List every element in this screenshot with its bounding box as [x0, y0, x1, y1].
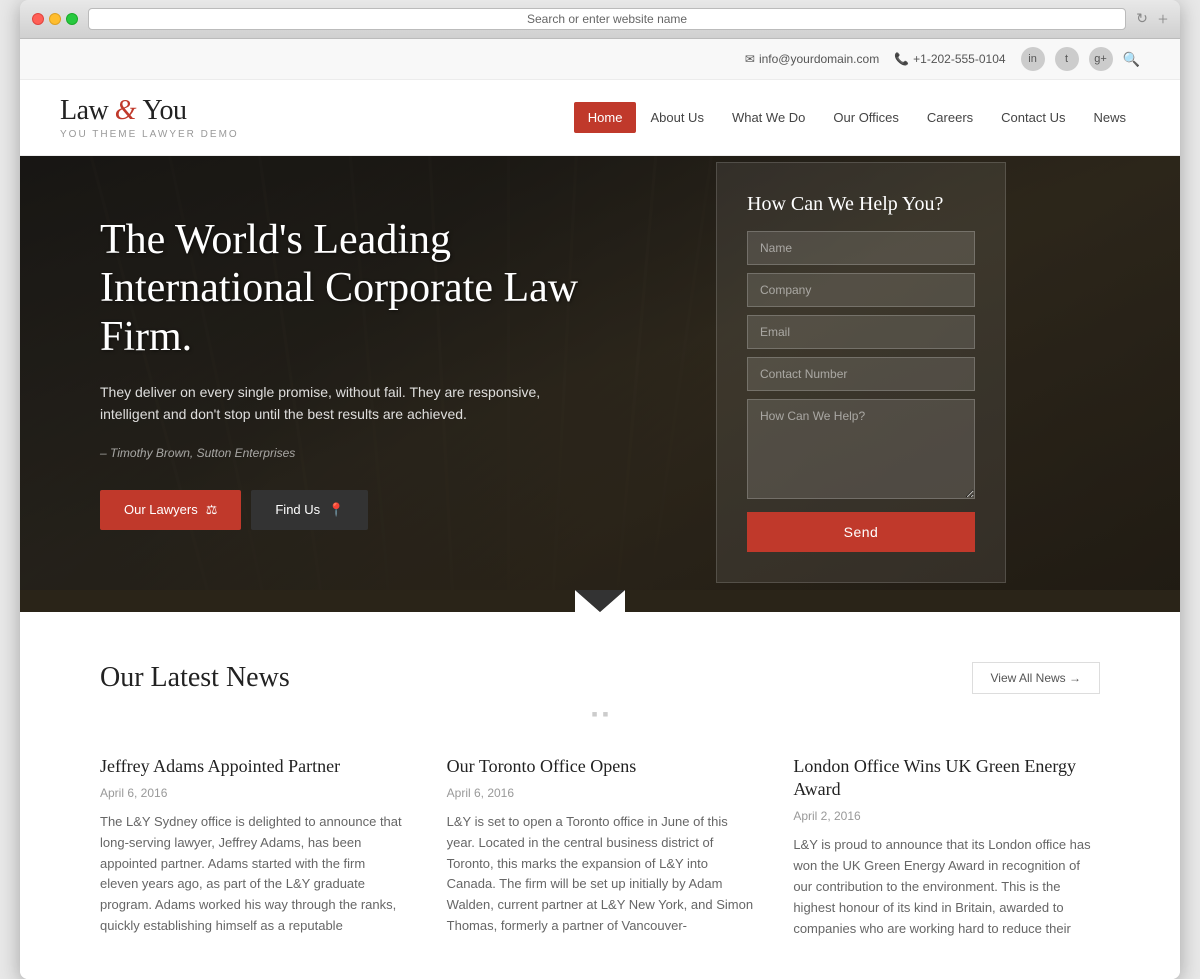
- lawyers-button-label: Our Lawyers: [124, 502, 198, 517]
- googleplus-icon[interactable]: g+: [1089, 47, 1113, 71]
- find-us-button[interactable]: Find Us 📍: [251, 490, 368, 530]
- browser-titlebar: Search or enter website name ↻ +: [20, 0, 1180, 39]
- nav-menu: Home About Us What We Do Our Offices Car…: [574, 102, 1140, 133]
- topbar-email: ✉ info@yourdomain.com: [745, 52, 879, 66]
- form-message-input[interactable]: [747, 399, 975, 499]
- news-item-date-3: April 2, 2016: [793, 809, 1100, 823]
- logo-subtitle: YOU THEME LAWYER DEMO: [60, 129, 239, 140]
- news-item-1: Jeffrey Adams Appointed Partner April 6,…: [100, 755, 407, 940]
- hero-title: The World's Leading International Corpor…: [100, 216, 676, 361]
- topbar-contact: ✉ info@yourdomain.com 📞 +1-202-555-0104: [745, 52, 1006, 66]
- nav-item-news[interactable]: News: [1079, 102, 1140, 133]
- hero-buttons: Our Lawyers ⚖ Find Us 📍: [100, 490, 676, 530]
- send-button[interactable]: Send: [747, 512, 975, 552]
- close-button[interactable]: [32, 13, 44, 25]
- logo-law: Law: [60, 95, 108, 126]
- reload-button[interactable]: ↻: [1136, 11, 1148, 28]
- nav-item-what[interactable]: What We Do: [718, 102, 819, 133]
- navbar: Law & You YOU THEME LAWYER DEMO Home Abo…: [20, 80, 1180, 156]
- nav-link-offices[interactable]: Our Offices: [819, 102, 913, 133]
- news-item-date-2: April 6, 2016: [447, 786, 754, 800]
- email-address: info@yourdomain.com: [759, 52, 879, 66]
- nav-link-about[interactable]: About Us: [636, 102, 717, 133]
- new-tab-button[interactable]: +: [1158, 9, 1168, 30]
- news-grid: Jeffrey Adams Appointed Partner April 6,…: [100, 755, 1100, 940]
- form-company-input[interactable]: [747, 273, 975, 307]
- topbar-social-icons: in t g+ 🔍: [1021, 47, 1140, 71]
- view-all-label: View All News →: [991, 671, 1081, 685]
- findus-button-label: Find Us: [275, 502, 320, 517]
- website-content: ✉ info@yourdomain.com 📞 +1-202-555-0104 …: [20, 39, 1180, 979]
- divider-icon-1: ▪ ▪: [591, 704, 608, 724]
- nav-item-contact[interactable]: Contact Us: [987, 102, 1079, 133]
- nav-link-what[interactable]: What We Do: [718, 102, 819, 133]
- form-title: How Can We Help You?: [747, 193, 975, 216]
- form-name-input[interactable]: [747, 231, 975, 265]
- linkedin-icon[interactable]: in: [1021, 47, 1045, 71]
- phone-icon: 📞: [894, 52, 909, 66]
- address-text: Search or enter website name: [527, 12, 687, 26]
- hero-content: The World's Leading International Corpor…: [20, 156, 716, 590]
- news-section: Our Latest News View All News → ▪ ▪ Jeff…: [20, 612, 1180, 979]
- news-item-text-2: L&Y is set to open a Toronto office in J…: [447, 812, 754, 937]
- news-item-text-1: The L&Y Sydney office is delighted to an…: [100, 812, 407, 937]
- nav-link-contact[interactable]: Contact Us: [987, 102, 1079, 133]
- send-button-label: Send: [844, 524, 879, 540]
- news-section-title: Our Latest News: [100, 662, 290, 694]
- twitter-icon[interactable]: t: [1055, 47, 1079, 71]
- nav-item-offices[interactable]: Our Offices: [819, 102, 913, 133]
- topbar-phone: 📞 +1-202-555-0104: [894, 52, 1005, 66]
- nav-link-careers[interactable]: Careers: [913, 102, 987, 133]
- browser-dots: [32, 13, 78, 25]
- nav-link-home[interactable]: Home: [574, 102, 637, 133]
- phone-number: +1-202-555-0104: [913, 52, 1005, 66]
- location-icon: 📍: [328, 502, 344, 518]
- nav-item-about[interactable]: About Us: [636, 102, 717, 133]
- logo: Law & You YOU THEME LAWYER DEMO: [60, 95, 239, 140]
- our-lawyers-button[interactable]: Our Lawyers ⚖: [100, 490, 241, 530]
- logo-main: Law & You: [60, 95, 239, 127]
- scales-icon: ⚖: [206, 502, 218, 518]
- maximize-button[interactable]: [66, 13, 78, 25]
- nav-item-home[interactable]: Home: [574, 102, 637, 133]
- nav-link-news[interactable]: News: [1079, 102, 1140, 133]
- news-divider: ▪ ▪: [100, 704, 1100, 725]
- news-item-title-1: Jeffrey Adams Appointed Partner: [100, 755, 407, 778]
- hero-quote: – Timothy Brown, Sutton Enterprises: [100, 446, 676, 460]
- address-bar[interactable]: Search or enter website name: [88, 8, 1126, 30]
- form-phone-input[interactable]: [747, 357, 975, 391]
- hero-section: The World's Leading International Corpor…: [20, 156, 1180, 590]
- browser-window: Search or enter website name ↻ + ✉ info@…: [20, 0, 1180, 979]
- news-item-title-3: London Office Wins UK Green Energy Award: [793, 755, 1100, 802]
- news-item-2: Our Toronto Office Opens April 6, 2016 L…: [447, 755, 754, 940]
- search-icon[interactable]: 🔍: [1123, 51, 1140, 68]
- form-email-input[interactable]: [747, 315, 975, 349]
- news-item-text-3: L&Y is proud to announce that its London…: [793, 835, 1100, 939]
- nav-item-careers[interactable]: Careers: [913, 102, 987, 133]
- news-item-date-1: April 6, 2016: [100, 786, 407, 800]
- news-header: Our Latest News View All News →: [100, 662, 1100, 694]
- email-icon: ✉: [745, 52, 755, 66]
- logo-ampersand: &: [115, 95, 143, 126]
- hero-arrow-divider: [20, 590, 1180, 612]
- logo-you: You: [143, 95, 187, 126]
- hero-subtitle: They deliver on every single promise, wi…: [100, 381, 560, 426]
- view-all-news-button[interactable]: View All News →: [972, 662, 1100, 694]
- contact-form: How Can We Help You? Send: [716, 162, 1006, 583]
- topbar: ✉ info@yourdomain.com 📞 +1-202-555-0104 …: [20, 39, 1180, 80]
- news-item-title-2: Our Toronto Office Opens: [447, 755, 754, 778]
- news-item-3: London Office Wins UK Green Energy Award…: [793, 755, 1100, 940]
- minimize-button[interactable]: [49, 13, 61, 25]
